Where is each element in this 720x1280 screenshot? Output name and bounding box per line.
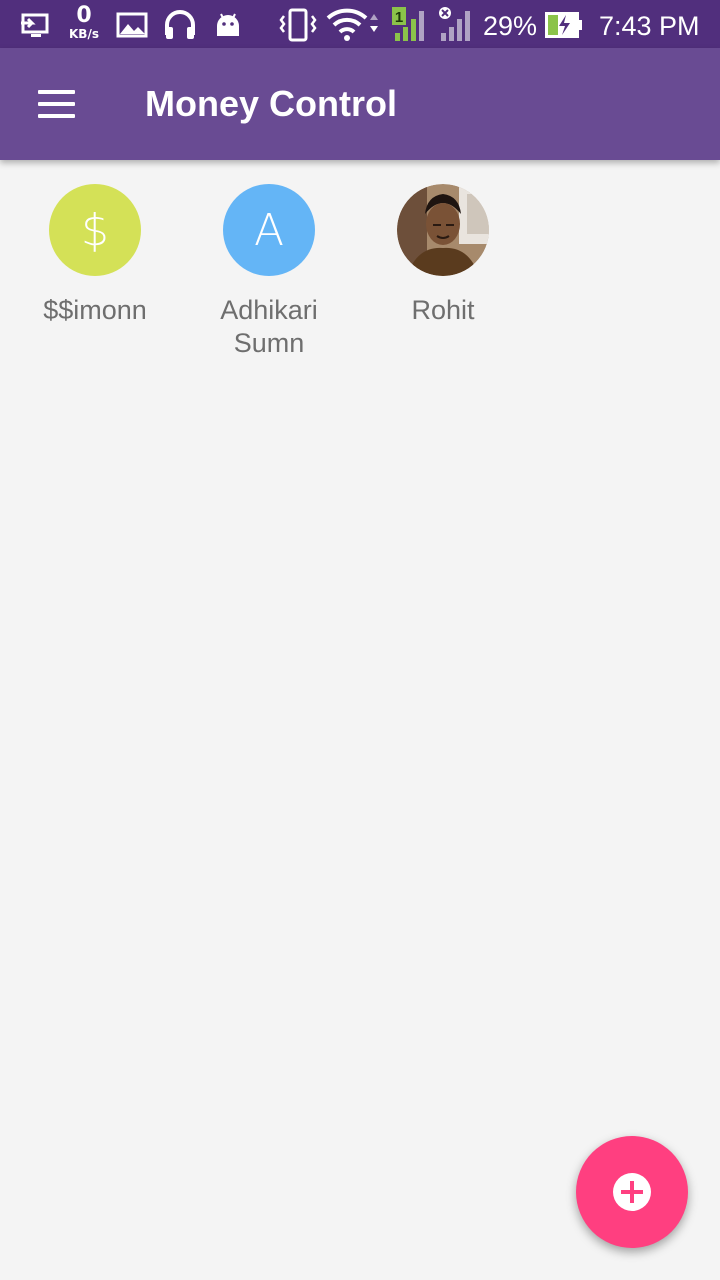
avatar[interactable]: A bbox=[223, 184, 315, 276]
battery-charging-icon bbox=[544, 8, 584, 42]
status-bar: 0 KB/s 1 29% 7:43 PM bbox=[0, 0, 720, 48]
contact-name: Rohit bbox=[411, 295, 475, 325]
signal-sim1-icon: 1 bbox=[391, 7, 427, 42]
signal-sim2-icon bbox=[437, 7, 473, 42]
headset-icon bbox=[163, 8, 197, 42]
contact-name: $$imonn bbox=[43, 295, 147, 325]
contact-item[interactable]: Rohit bbox=[356, 184, 530, 327]
image-icon bbox=[116, 8, 148, 42]
network-speed-unit: KB/s bbox=[69, 27, 99, 41]
wifi-icon bbox=[326, 8, 378, 42]
cast-icon bbox=[20, 8, 52, 42]
battery-percent: 29% bbox=[483, 11, 538, 41]
contact-item[interactable]: A Adhikari Sumn bbox=[182, 184, 356, 360]
network-speed: 0 KB/s bbox=[66, 3, 102, 41]
add-button[interactable] bbox=[576, 1136, 688, 1248]
app-title: Money Control bbox=[145, 83, 397, 124]
contact-name: Adhikari Sumn bbox=[220, 295, 318, 358]
clock-time: 7:43 PM bbox=[599, 11, 700, 41]
app-bar: Money Control bbox=[0, 48, 720, 160]
android-icon bbox=[213, 8, 243, 42]
avatar-initial: $ bbox=[81, 204, 109, 256]
add-circle-icon bbox=[613, 1173, 651, 1211]
hamburger-menu-icon[interactable] bbox=[26, 74, 86, 134]
avatar-initial: A bbox=[253, 204, 285, 256]
contacts-grid: $ $$imonn A Adhikari Sumn Rohit bbox=[8, 176, 704, 1264]
sim-label: 1 bbox=[395, 9, 403, 26]
network-speed-value: 0 bbox=[76, 3, 92, 28]
avatar[interactable]: $ bbox=[49, 184, 141, 276]
vibrate-icon bbox=[278, 8, 318, 42]
contact-item[interactable]: $ $$imonn bbox=[8, 184, 182, 327]
avatar-photo[interactable] bbox=[397, 184, 489, 276]
